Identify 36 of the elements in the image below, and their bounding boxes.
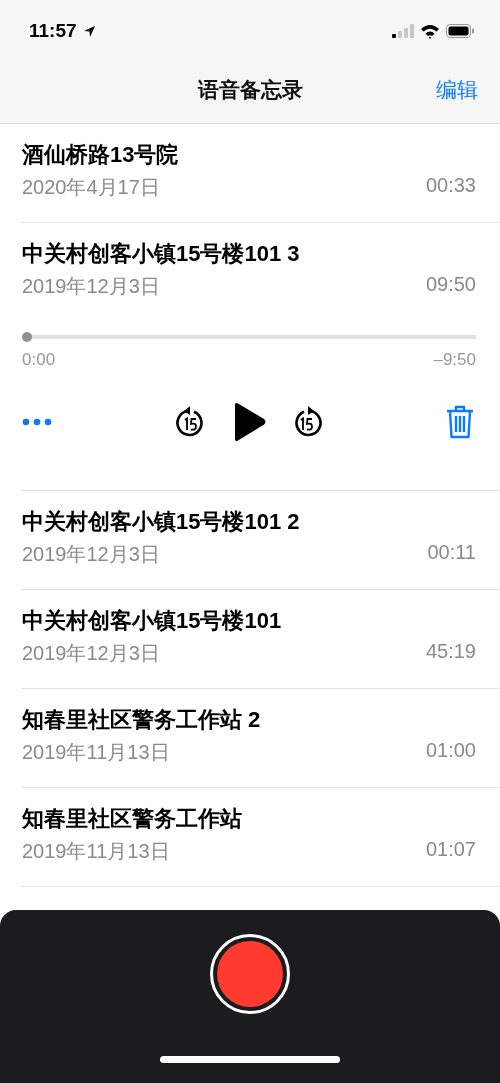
recording-title: 中关村创客小镇15号楼101 2 [22,508,301,536]
trash-icon[interactable] [445,405,474,439]
recording-title: 知春里社区警务工作站 [22,805,243,833]
wifi-icon [420,23,440,39]
recording-date: 2019年12月3日 [22,641,160,666]
more-icon[interactable] [22,418,52,426]
remaining-time: –9:50 [433,350,476,370]
recording-date: 2019年11月13日 [22,839,170,864]
recording-row[interactable]: 中关村创客小镇15号楼101 3 2019年12月3日 09:50 0:00 –9:50 [22,223,500,491]
recording-date: 2019年11月13日 [22,740,170,765]
recording-date: 2020年4月17日 [22,175,160,200]
scrubber-thumb[interactable] [22,332,32,342]
recording-date: 2019年12月3日 [22,542,160,567]
recording-row[interactable]: 酒仙桥路13号院 2020年4月17日 00:33 [22,124,500,223]
status-time: 11:57 [29,20,77,42]
recording-title: 酒仙桥路13号院 [22,141,180,169]
signal-icon [392,24,414,38]
recording-title: 中关村创客小镇15号楼101 3 [22,240,301,268]
recording-row[interactable]: 知春里社区警务工作站 2 2019年11月13日 01:00 [22,689,500,788]
edit-button[interactable]: 编辑 [408,75,478,104]
recording-duration: 01:00 [425,739,476,763]
screen-title: 语音备忘录 [196,76,304,103]
recording-row[interactable]: 中关村创客小镇15号楼101 2 2019年12月3日 00:11 [22,491,500,590]
recording-duration: 00:33 [425,174,476,198]
recording-date: 2019年12月3日 [22,274,160,299]
elapsed-time: 0:00 [22,350,56,370]
recording-duration: 45:19 [425,640,476,664]
recording-row[interactable]: 知春里社区警务工作站 2019年11月13日 01:07 [22,788,500,887]
battery-icon [446,24,474,38]
recording-row[interactable]: 中关村创客小镇15号楼101 2019年12月3日 45:19 [22,590,500,689]
recording-title: 中关村创客小镇15号楼101 [22,607,283,635]
recording-duration: 01:07 [425,838,476,862]
recording-duration: 09:50 [425,273,476,297]
location-arrow-icon [82,24,96,38]
recording-title: 知春里社区警务工作站 2 [22,706,262,734]
recording-duration: 00:11 [427,541,476,565]
